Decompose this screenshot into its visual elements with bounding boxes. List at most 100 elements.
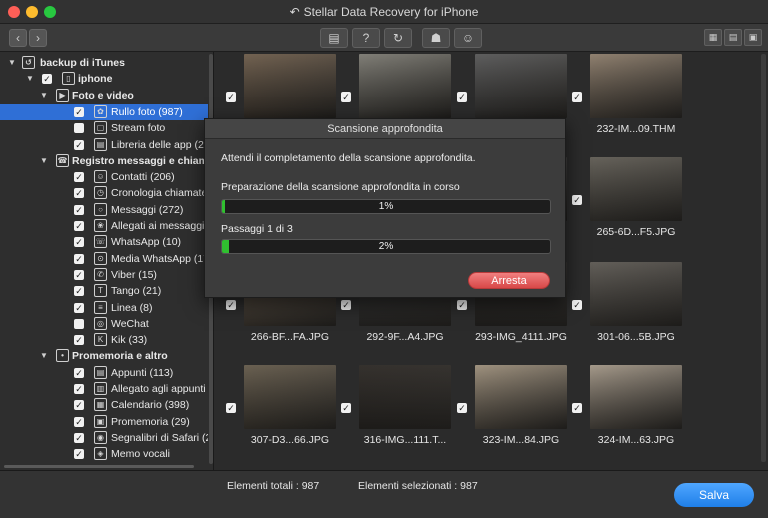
photo-thumbnail[interactable] — [590, 365, 682, 429]
thumbnail-filename: 265-6D...F5.JPG — [596, 226, 676, 238]
sidebar-item[interactable]: ✓ ▥ Allegato agli appunti (1 — [0, 381, 208, 397]
sidebar-item[interactable]: ▼ ✓ ▯ iphone — [0, 71, 208, 87]
thumbnail-checkbox[interactable]: ✓ — [457, 92, 467, 102]
sidebar-item[interactable]: ✓ ◷ Cronologia chiamate ( — [0, 185, 208, 201]
expand-triangle-icon[interactable]: ▼ — [8, 55, 18, 71]
item-checkbox[interactable]: ✓ — [74, 188, 84, 199]
photo-thumbnail[interactable] — [590, 262, 682, 326]
item-checkbox[interactable]: ✓ — [74, 253, 84, 264]
photo-thumbnail[interactable] — [590, 157, 682, 221]
item-checkbox[interactable]: ✓ — [74, 221, 84, 231]
item-checkbox[interactable]: ✓ — [74, 432, 84, 443]
item-checkbox[interactable]: ✓ — [74, 286, 84, 297]
thumbnail-checkbox[interactable]: ✓ — [572, 403, 582, 413]
voice-memo-icon: ◈ — [94, 447, 107, 461]
item-checkbox[interactable]: ✓ — [74, 172, 84, 183]
item-checkbox[interactable]: ✓ — [74, 335, 84, 346]
sidebar-item[interactable]: ✓ ◈ Memo vocali — [0, 446, 208, 462]
sidebar-item[interactable]: ✓ ▤ Libreria delle app (280 — [0, 137, 208, 153]
sidebar-item[interactable]: ✓ ⊙ Media WhatsApp (174 — [0, 251, 208, 267]
sidebar-item-label: Foto e video — [72, 89, 134, 102]
thumbnail-filename: 301-06...5B.JPG — [597, 331, 675, 343]
sidebar-horizontal-scrollbar[interactable] — [4, 465, 194, 468]
sidebar-item[interactable]: ✓ T Tango (21) — [0, 283, 208, 299]
photo-thumbnail[interactable] — [359, 365, 451, 429]
sidebar-item[interactable]: ▼ ☎ Registro messaggi e chiamat — [0, 153, 208, 169]
list-view-button[interactable]: ▤ — [724, 29, 742, 46]
sidebar-item[interactable]: ✓ ✆ Viber (15) — [0, 267, 208, 283]
sidebar-item-label: Media WhatsApp (174 — [111, 252, 208, 265]
item-checkbox[interactable]: ✓ — [42, 74, 52, 85]
save-scan-button[interactable]: ▤ — [320, 28, 348, 48]
photo-thumbnail[interactable] — [475, 365, 567, 429]
thumbnail-checkbox[interactable]: ✓ — [457, 403, 467, 413]
item-checkbox[interactable]: ✓ — [74, 139, 84, 150]
grid-view-icon: ▦ — [708, 32, 718, 42]
photo-thumbnail[interactable] — [244, 54, 336, 118]
thumbnail-checkbox[interactable]: ✓ — [226, 300, 236, 310]
thumbnail-checkbox[interactable]: ✓ — [341, 300, 351, 310]
thumbnail-checkbox[interactable]: ✓ — [341, 92, 351, 102]
sidebar-item[interactable]: ✓ ▦ Calendario (398) — [0, 397, 208, 413]
help-button[interactable]: ? — [352, 28, 380, 48]
sidebar-item[interactable]: ▢ Stream foto — [0, 120, 208, 136]
sidebar-item[interactable]: ✓ ☏ WhatsApp (10) — [0, 234, 208, 250]
item-checkbox[interactable]: ✓ — [74, 237, 84, 248]
photo-thumbnail[interactable] — [244, 365, 336, 429]
grid-view-button[interactable]: ▦ — [704, 29, 722, 46]
sidebar-item[interactable]: ▼ ↺ backup di iTunes — [0, 55, 208, 71]
item-checkbox[interactable] — [74, 318, 84, 329]
photo-thumbnail[interactable] — [590, 54, 682, 118]
refresh-button[interactable]: ↻ — [384, 28, 412, 48]
help-icon: ? — [362, 31, 370, 45]
thumbnail-checkbox[interactable]: ✓ — [341, 403, 351, 413]
photo-thumbnail[interactable] — [475, 54, 567, 118]
cart-button[interactable]: ☗ — [422, 28, 450, 48]
forward-button[interactable]: › — [29, 29, 47, 47]
sidebar-item[interactable]: ▼ • Promemoria e altro — [0, 348, 208, 364]
detail-view-button[interactable]: ▣ — [744, 29, 762, 46]
sidebar-item[interactable]: ✓ ❀ Allegati ai messaggi ( — [0, 218, 208, 234]
chat-icon: ○ — [94, 202, 107, 216]
item-checkbox[interactable]: ✓ — [74, 416, 84, 427]
expand-triangle-icon[interactable]: ▼ — [26, 71, 36, 87]
sidebar-item[interactable]: ✓ ✿ Rullo foto (987) — [0, 103, 208, 120]
title-bar: ↶ Stellar Data Recovery for iPhone — [0, 0, 768, 24]
account-button[interactable]: ☺ — [454, 28, 482, 48]
thumbnail-checkbox[interactable]: ✓ — [457, 300, 467, 310]
stop-button[interactable]: Arresta — [468, 272, 550, 289]
thumbnail-checkbox[interactable]: ✓ — [572, 92, 582, 102]
thumbnail-checkbox[interactable]: ✓ — [572, 300, 582, 310]
thumbnail-checkbox[interactable]: ✓ — [572, 195, 582, 205]
thumbnail-filename: 324-IM...63.JPG — [597, 434, 675, 446]
grid-scrollbar[interactable] — [761, 54, 766, 462]
sidebar-item-label: Libreria delle app (280 — [111, 138, 208, 151]
sidebar-item[interactable]: ✓ ▣ Promemoria (29) — [0, 414, 208, 430]
thumbnail-filename: 292-9F...A4.JPG — [366, 331, 444, 343]
sidebar-item[interactable]: ✓ ○ Messaggi (272) — [0, 202, 208, 218]
item-checkbox[interactable]: ✓ — [74, 400, 84, 411]
item-checkbox[interactable]: ✓ — [74, 449, 84, 460]
sidebar-item[interactable]: ▼✓▶Foto e video — [0, 88, 208, 104]
save-button[interactable]: Salva — [674, 483, 754, 507]
item-checkbox[interactable]: ✓ — [74, 367, 84, 378]
expand-triangle-icon[interactable]: ▼ — [40, 88, 50, 104]
item-checkbox[interactable]: ✓ — [74, 384, 84, 394]
item-checkbox[interactable]: ✓ — [74, 204, 84, 215]
sidebar-item[interactable]: ✓ K Kik (33) — [0, 332, 208, 348]
item-checkbox[interactable] — [74, 123, 84, 134]
sidebar-item[interactable]: ✓ ≡ Linea (8) — [0, 300, 208, 316]
thumbnail-checkbox[interactable]: ✓ — [226, 403, 236, 413]
back-button[interactable]: ‹ — [9, 29, 27, 47]
expand-triangle-icon[interactable]: ▼ — [40, 153, 50, 169]
item-checkbox[interactable]: ✓ — [74, 269, 84, 280]
sidebar-item[interactable]: ✓ ▤ Appunti (113) — [0, 365, 208, 381]
item-checkbox[interactable]: ✓ — [74, 302, 84, 313]
photo-thumbnail[interactable] — [359, 54, 451, 118]
expand-triangle-icon[interactable]: ▼ — [40, 348, 50, 364]
thumbnail-checkbox[interactable]: ✓ — [226, 92, 236, 102]
sidebar-item[interactable]: ✓ ◉ Segnalibri di Safari (22) — [0, 430, 208, 446]
item-checkbox[interactable]: ✓ — [74, 106, 84, 117]
sidebar-item[interactable]: ✓ ☺ Contatti (206) — [0, 169, 208, 185]
sidebar-item[interactable]: ◎ WeChat — [0, 316, 208, 332]
